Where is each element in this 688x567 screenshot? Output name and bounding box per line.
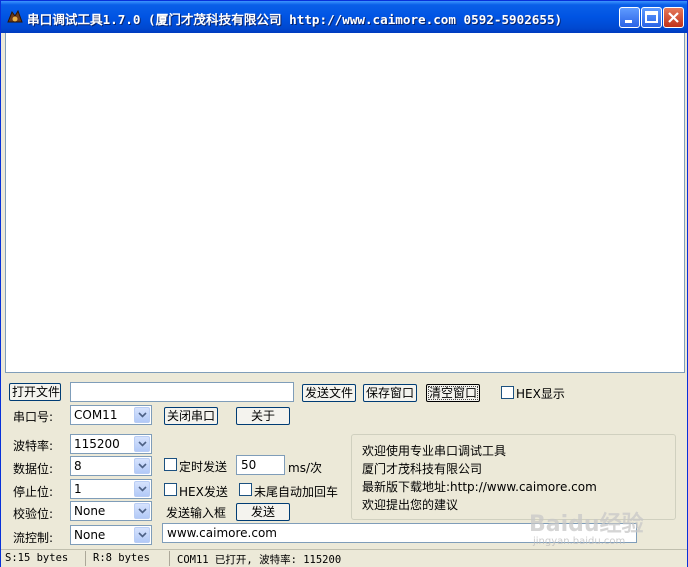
save-window-button[interactable]: 保存窗口 [363,384,417,402]
info-welcome: 欢迎使用专业串口调试工具 [362,444,507,458]
flow-select[interactable]: None [70,525,152,545]
port-select[interactable]: COM11 [70,405,152,425]
port-value: COM11 [74,408,118,422]
send-input-label: 发送输入框 [166,506,227,520]
hex-display-checkbox[interactable] [501,386,514,399]
timed-send-label: 定时发送 [179,460,228,474]
send-button[interactable]: 发送 [236,503,290,521]
baud-value: 115200 [74,437,120,451]
status-bar: S:15 bytes R:8 bytes COM11 已打开, 波特率: 115… [1,549,687,567]
window-title: 串口调试工具1.7.0 (厦门才茂科技有限公司 http://www.caimo… [27,12,563,27]
stopbits-label: 停止位: [13,485,54,499]
close-port-button[interactable]: 关闭串口 [164,407,218,425]
status-sent: S:15 bytes [5,552,69,564]
databits-label: 数据位: [13,462,54,476]
stopbits-select[interactable]: 1 [70,479,152,499]
baud-select[interactable]: 115200 [70,434,152,454]
databits-value: 8 [74,459,82,473]
parity-select[interactable]: None [70,501,152,521]
stopbits-value: 1 [74,482,82,496]
status-received: R:8 bytes [93,552,150,564]
parity-label: 校验位: [13,507,54,521]
serial-tool-icon [6,8,24,26]
info-company: 厦门才茂科技有限公司 [362,462,483,476]
parity-value: None [74,504,106,518]
send-file-button[interactable]: 发送文件 [302,384,356,402]
hex-send-label: HEX发送 [179,485,228,499]
chevron-down-icon[interactable] [134,481,150,497]
chevron-down-icon[interactable] [134,436,150,452]
app-window: 串口调试工具1.7.0 (厦门才茂科技有限公司 http://www.caimo… [0,0,688,567]
append-crlf-checkbox[interactable] [239,483,252,496]
about-button[interactable]: 关于 [236,407,290,425]
status-port-state: COM11 已打开, 波特率: 115200 [177,554,342,566]
clear-window-button[interactable]: 清空窗口 [426,384,480,402]
info-download: 最新版下载地址:http://www.caimore.com [362,480,597,494]
append-crlf-label: 未尾自动加回车 [254,485,339,499]
file-path-input[interactable] [70,382,294,402]
title-bar[interactable]: 串口调试工具1.7.0 (厦门才茂科技有限公司 http://www.caimo… [1,1,687,33]
info-feedback: 欢迎提出您的建议 [362,498,459,512]
flow-label: 流控制: [13,531,54,545]
port-label: 串口号: [13,410,54,424]
databits-select[interactable]: 8 [70,456,152,476]
receive-textarea[interactable] [5,33,685,373]
close-button[interactable] [663,7,684,28]
baidu-watermark-url: jingyan.baidu.com [533,536,626,547]
maximize-button[interactable] [641,7,662,28]
chevron-down-icon[interactable] [134,527,150,543]
baud-label: 波特率: [13,439,54,453]
open-file-button[interactable]: 打开文件 [9,383,61,401]
baidu-watermark: Baidu经验 [529,512,644,537]
interval-unit: ms/次 [288,461,322,475]
timed-send-checkbox[interactable] [164,458,177,471]
flow-value: None [74,528,106,542]
status-divider [169,551,170,566]
chevron-down-icon[interactable] [134,458,150,474]
chevron-down-icon[interactable] [134,407,150,423]
chevron-down-icon[interactable] [134,503,150,519]
minimize-button[interactable] [619,7,640,28]
hex-send-checkbox[interactable] [164,483,177,496]
interval-input[interactable]: 50 [236,455,285,475]
status-divider [85,551,86,566]
hex-display-label: HEX显示 [516,387,565,401]
